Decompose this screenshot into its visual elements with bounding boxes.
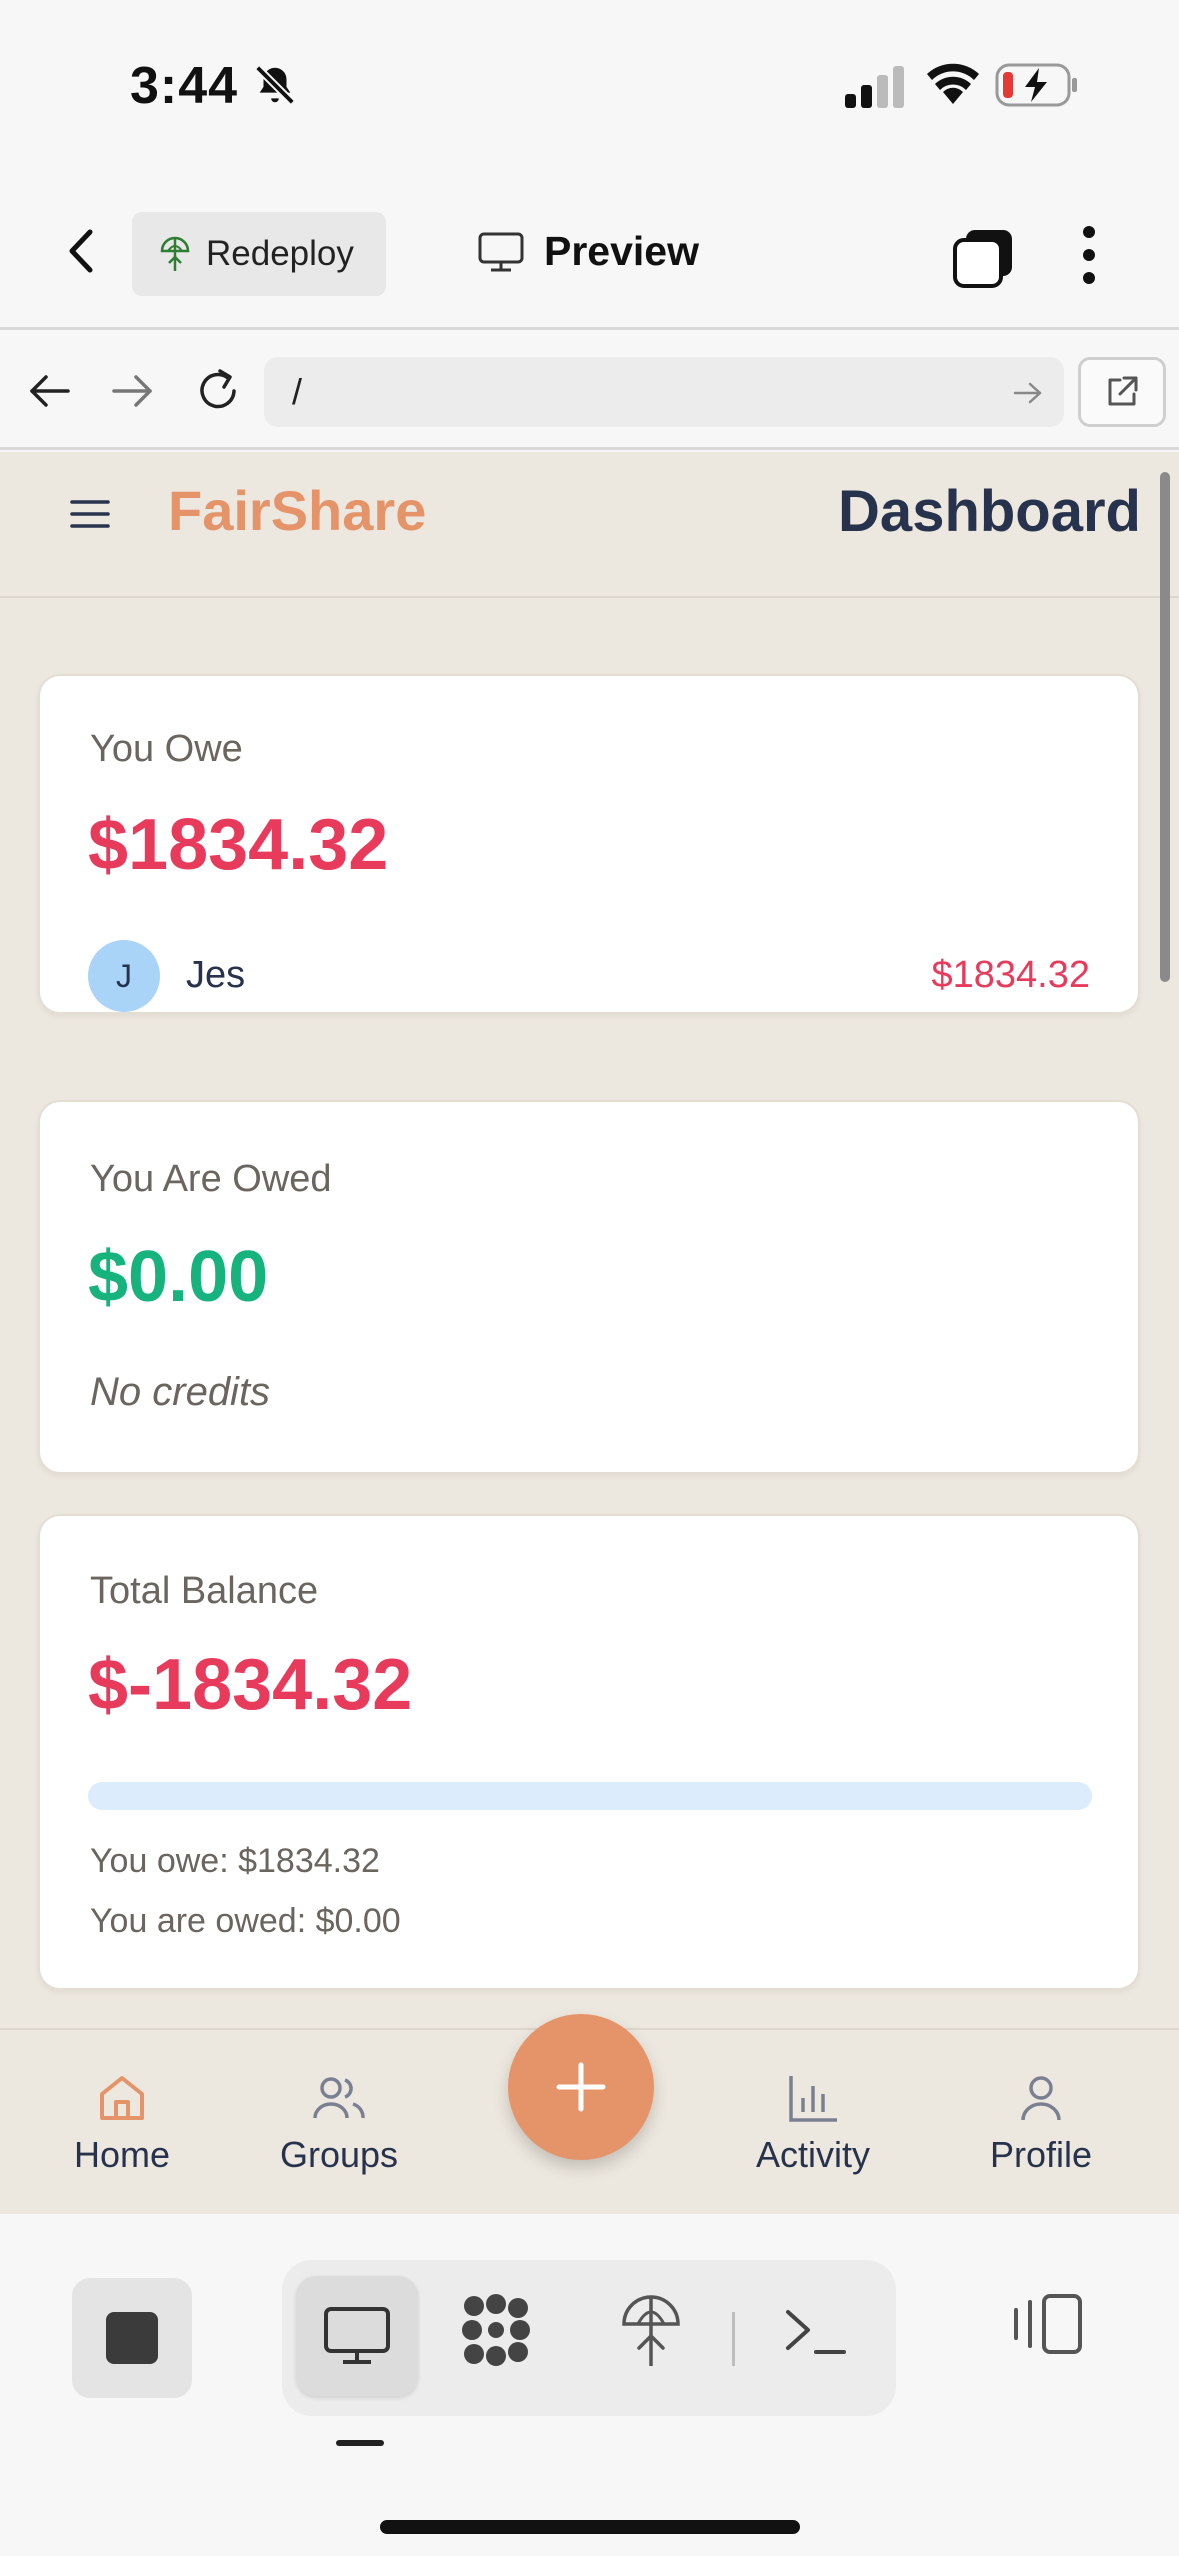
nav-profile[interactable]: Profile <box>990 2070 1092 2176</box>
avatar-initial: J <box>116 957 132 994</box>
empty-credits-text: No credits <box>90 1370 271 1414</box>
tabs-icon[interactable] <box>952 228 1014 290</box>
external-link-icon <box>1108 376 1138 406</box>
total-balance-amount: $-1834.32 <box>88 1645 413 1725</box>
panels-icon[interactable] <box>1010 2292 1086 2356</box>
clock: 3:44 <box>130 57 239 115</box>
you-owe-card: You Owe $1834.32 J Jes $1834.32 <box>38 674 1140 1014</box>
url-input[interactable]: / <box>264 357 1064 427</box>
preview-label: Preview <box>544 228 699 274</box>
nav-home-label: Home <box>74 2134 171 2175</box>
redeploy-button[interactable]: Redeploy <box>132 212 386 296</box>
add-expense-button[interactable] <box>508 2014 654 2160</box>
brand-logo[interactable]: FairShare <box>168 478 426 543</box>
home-indicator[interactable] <box>380 2520 800 2534</box>
nav-activity[interactable]: Activity <box>756 2070 870 2176</box>
bell-muted-icon <box>255 65 295 105</box>
nav-profile-label: Profile <box>990 2134 1093 2175</box>
status-bar: 3:44 <box>0 0 1179 170</box>
bar-chart-icon <box>789 2076 837 2122</box>
ide-toolbar <box>0 2214 1179 2556</box>
tool-switcher <box>282 2260 896 2416</box>
monitor-icon <box>478 232 524 271</box>
menu-icon[interactable] <box>68 496 112 532</box>
you-are-owed-label: You Are Owed <box>90 1158 332 1200</box>
app-header: FairShare Dashboard <box>0 452 1179 598</box>
agent-icon[interactable] <box>456 2290 536 2370</box>
balance-progress-bar <box>88 1782 1092 1810</box>
total-balance-card: Total Balance $-1834.32 You owe: $1834.3… <box>38 1514 1140 1990</box>
tool-preview-button[interactable] <box>296 2276 418 2396</box>
nav-home[interactable]: Home <box>74 2070 170 2176</box>
active-tab-indicator <box>336 2440 384 2446</box>
nav-groups-label: Groups <box>280 2134 399 2175</box>
plus-icon <box>556 2062 606 2112</box>
users-icon <box>313 2077 365 2119</box>
owed-summary: You are owed: $0.00 <box>90 1902 401 1940</box>
redeploy-label: Redeploy <box>206 234 354 273</box>
top-app-bar: Redeploy Preview <box>0 170 1179 330</box>
deploy-icon[interactable] <box>616 2290 686 2370</box>
nav-activity-label: Activity <box>756 2134 871 2175</box>
nav-groups[interactable]: Groups <box>280 2070 398 2176</box>
page-title: Dashboard <box>838 479 1141 544</box>
terminal-icon[interactable] <box>782 2302 852 2362</box>
battery-charging-icon <box>995 63 1077 107</box>
total-balance-label: Total Balance <box>90 1570 319 1612</box>
owe-summary: You owe: $1834.32 <box>90 1842 380 1880</box>
deploy-icon <box>160 236 190 271</box>
go-arrow-icon[interactable] <box>1012 379 1044 407</box>
user-icon <box>1021 2076 1061 2121</box>
avatar: J <box>88 940 160 1012</box>
url-text: / <box>292 371 303 412</box>
preview-title: Preview <box>478 228 699 275</box>
url-bar: / <box>0 333 1179 450</box>
reload-icon[interactable] <box>192 365 244 417</box>
home-icon <box>100 2076 145 2120</box>
monitor-icon <box>324 2307 390 2364</box>
open-external-button[interactable] <box>1078 357 1166 427</box>
you-owe-amount: $1834.32 <box>88 805 389 885</box>
debtor-name: Jes <box>186 954 246 996</box>
arrow-left-icon[interactable] <box>26 369 72 413</box>
you-are-owed-card: You Are Owed $0.00 No credits <box>38 1100 1140 1474</box>
stop-button[interactable] <box>72 2278 192 2398</box>
scrollbar[interactable] <box>1160 472 1170 982</box>
back-chevron-icon[interactable] <box>62 226 102 276</box>
you-owe-label: You Owe <box>90 728 243 770</box>
debtor-amount: $1834.32 <box>931 954 1091 996</box>
cellular-signal-icon <box>845 66 904 108</box>
arrow-right-icon[interactable] <box>110 369 156 413</box>
more-options-icon[interactable] <box>1078 224 1100 286</box>
divider <box>732 2312 735 2366</box>
stop-icon <box>106 2312 158 2364</box>
wifi-icon <box>927 63 979 104</box>
you-are-owed-amount: $0.00 <box>88 1237 269 1317</box>
web-preview: FairShare Dashboard You Owe $1834.32 J J… <box>0 452 1179 2214</box>
